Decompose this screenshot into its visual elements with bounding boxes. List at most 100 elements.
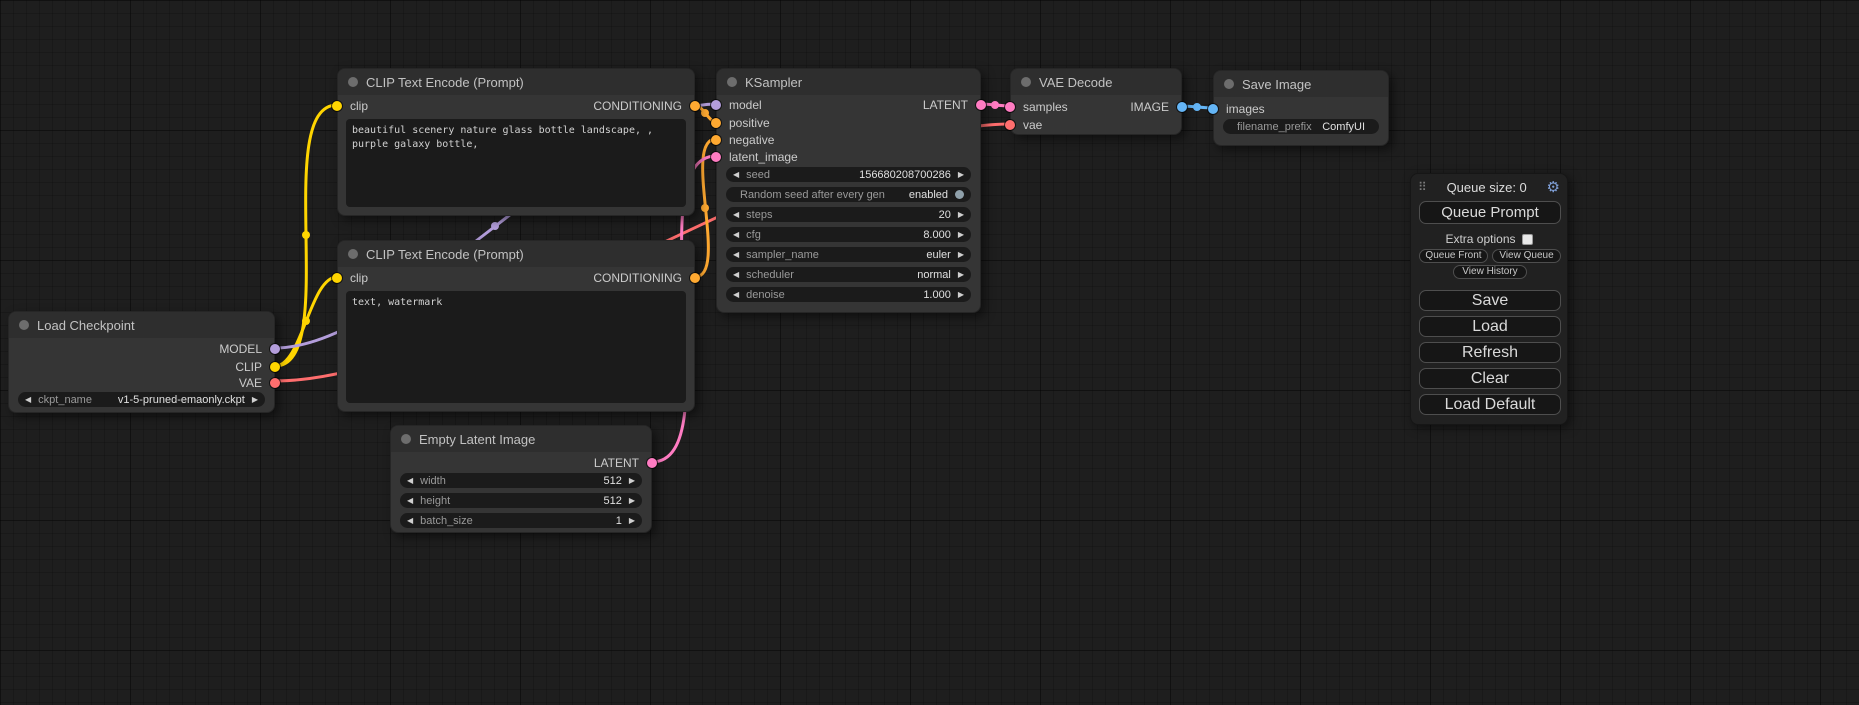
refresh-button[interactable]: Refresh (1419, 342, 1561, 363)
output-slot-latent: LATENT (391, 454, 651, 472)
widget-label: steps (746, 209, 772, 221)
node-titlebar[interactable]: VAE Decode (1011, 69, 1181, 95)
clear-button[interactable]: Clear (1419, 368, 1561, 389)
steps-widget[interactable]: ◀ steps 20 ▶ (726, 207, 971, 222)
increment-arrow-icon[interactable]: ▶ (958, 167, 964, 182)
node-empty-latent-image[interactable]: Empty Latent Image LATENT ◀ width 512 ▶ … (390, 425, 652, 533)
save-button[interactable]: Save (1419, 290, 1561, 311)
decrement-arrow-icon[interactable]: ◀ (733, 267, 739, 282)
increment-arrow-icon[interactable]: ▶ (958, 267, 964, 282)
conditioning-output-port[interactable] (690, 273, 700, 283)
increment-arrow-icon[interactable]: ▶ (252, 392, 258, 407)
decrement-arrow-icon[interactable]: ◀ (733, 207, 739, 222)
extra-options-checkbox[interactable] (1522, 234, 1533, 245)
clip-output-port[interactable] (270, 362, 280, 372)
images-input-port[interactable] (1208, 104, 1218, 114)
prompt-textarea[interactable]: text, watermark (346, 291, 686, 403)
node-titlebar[interactable]: Load Checkpoint (9, 312, 274, 338)
output-slot-latent: LATENT (717, 96, 980, 114)
drag-handle-icon[interactable]: ⠿ (1418, 180, 1427, 194)
extra-options-label: Extra options (1445, 232, 1515, 246)
increment-arrow-icon[interactable]: ▶ (629, 493, 635, 508)
increment-arrow-icon[interactable]: ▶ (958, 247, 964, 262)
batch-size-widget[interactable]: ◀ batch_size 1 ▶ (400, 513, 642, 528)
queue-front-button[interactable]: Queue Front (1419, 249, 1488, 263)
widget-label: seed (746, 169, 770, 181)
node-title: VAE Decode (1039, 75, 1112, 90)
negative-input-port[interactable] (711, 135, 721, 145)
output-slot-model: MODEL (9, 340, 274, 358)
widget-value: 512 (603, 495, 621, 507)
widget-value: 1.000 (923, 289, 951, 301)
decrement-arrow-icon[interactable]: ◀ (733, 287, 739, 302)
node-titlebar[interactable]: Save Image (1214, 71, 1388, 97)
view-queue-button[interactable]: View Queue (1492, 249, 1561, 263)
increment-arrow-icon[interactable]: ▶ (958, 287, 964, 302)
image-output-port[interactable] (1177, 102, 1187, 112)
node-title: Save Image (1242, 77, 1311, 92)
decrement-arrow-icon[interactable]: ◀ (407, 473, 413, 488)
collapse-dot-icon[interactable] (348, 77, 358, 87)
view-history-button[interactable]: View History (1453, 265, 1527, 279)
load-button[interactable]: Load (1419, 316, 1561, 337)
vae-output-port[interactable] (270, 378, 280, 388)
height-widget[interactable]: ◀ height 512 ▶ (400, 493, 642, 508)
vae-input-port[interactable] (1005, 120, 1015, 130)
link-dot (991, 101, 999, 109)
widget-label: filename_prefix (1237, 121, 1312, 133)
node-ksampler[interactable]: KSampler model LATENT positive negative … (716, 68, 981, 313)
node-titlebar[interactable]: CLIP Text Encode (Prompt) (338, 69, 694, 95)
link-dot (701, 109, 709, 117)
scheduler-widget[interactable]: ◀ scheduler normal ▶ (726, 267, 971, 282)
increment-arrow-icon[interactable]: ▶ (629, 513, 635, 528)
node-vae-decode[interactable]: VAE Decode samples IMAGE vae (1010, 68, 1182, 135)
sampler-name-widget[interactable]: ◀ sampler_name euler ▶ (726, 247, 971, 262)
latent-output-port[interactable] (976, 100, 986, 110)
slot-label: MODEL (219, 342, 262, 356)
widget-value: euler (926, 249, 950, 261)
width-widget[interactable]: ◀ width 512 ▶ (400, 473, 642, 488)
node-save-image[interactable]: Save Image images filename_prefix ComfyU… (1213, 70, 1389, 146)
latent-output-port[interactable] (647, 458, 657, 468)
node-clip-text-encode-negative[interactable]: CLIP Text Encode (Prompt) clip CONDITION… (337, 240, 695, 412)
queue-prompt-button[interactable]: Queue Prompt (1419, 201, 1561, 224)
filename-prefix-widget[interactable]: filename_prefix ComfyUI (1223, 119, 1379, 134)
conditioning-output-port[interactable] (690, 101, 700, 111)
decrement-arrow-icon[interactable]: ◀ (407, 513, 413, 528)
collapse-dot-icon[interactable] (1021, 77, 1031, 87)
decrement-arrow-icon[interactable]: ◀ (733, 247, 739, 262)
decrement-arrow-icon[interactable]: ◀ (733, 167, 739, 182)
settings-gear-icon[interactable]: ⚙ (1547, 178, 1560, 196)
output-slot-vae: VAE (9, 374, 274, 392)
collapse-dot-icon[interactable] (19, 320, 29, 330)
graph-canvas[interactable]: Load Checkpoint MODEL CLIP VAE ◀ ckpt_na… (0, 0, 1859, 705)
decrement-arrow-icon[interactable]: ◀ (25, 392, 31, 407)
denoise-widget[interactable]: ◀ denoise 1.000 ▶ (726, 287, 971, 302)
increment-arrow-icon[interactable]: ▶ (958, 227, 964, 242)
increment-arrow-icon[interactable]: ▶ (629, 473, 635, 488)
collapse-dot-icon[interactable] (348, 249, 358, 259)
node-titlebar[interactable]: Empty Latent Image (391, 426, 651, 452)
seed-widget[interactable]: ◀ seed 156680208700286 ▶ (726, 167, 971, 182)
collapse-dot-icon[interactable] (1224, 79, 1234, 89)
random-seed-toggle-widget[interactable]: Random seed after every gen enabled (726, 187, 971, 202)
cfg-widget[interactable]: ◀ cfg 8.000 ▶ (726, 227, 971, 242)
model-output-port[interactable] (270, 344, 280, 354)
collapse-dot-icon[interactable] (727, 77, 737, 87)
prompt-textarea[interactable]: beautiful scenery nature glass bottle la… (346, 119, 686, 207)
decrement-arrow-icon[interactable]: ◀ (733, 227, 739, 242)
ckpt-name-widget[interactable]: ◀ ckpt_name v1-5-pruned-emaonly.ckpt ▶ (18, 392, 265, 407)
toggle-knob[interactable] (955, 190, 964, 199)
latent-image-input-port[interactable] (711, 152, 721, 162)
node-titlebar[interactable]: CLIP Text Encode (Prompt) (338, 241, 694, 267)
slot-label: LATENT (594, 456, 639, 470)
collapse-dot-icon[interactable] (401, 434, 411, 444)
load-default-button[interactable]: Load Default (1419, 394, 1561, 415)
node-clip-text-encode-positive[interactable]: CLIP Text Encode (Prompt) clip CONDITION… (337, 68, 695, 216)
node-load-checkpoint[interactable]: Load Checkpoint MODEL CLIP VAE ◀ ckpt_na… (8, 311, 275, 413)
increment-arrow-icon[interactable]: ▶ (958, 207, 964, 222)
positive-input-port[interactable] (711, 118, 721, 128)
node-title: Load Checkpoint (37, 318, 135, 333)
node-titlebar[interactable]: KSampler (717, 69, 980, 95)
decrement-arrow-icon[interactable]: ◀ (407, 493, 413, 508)
